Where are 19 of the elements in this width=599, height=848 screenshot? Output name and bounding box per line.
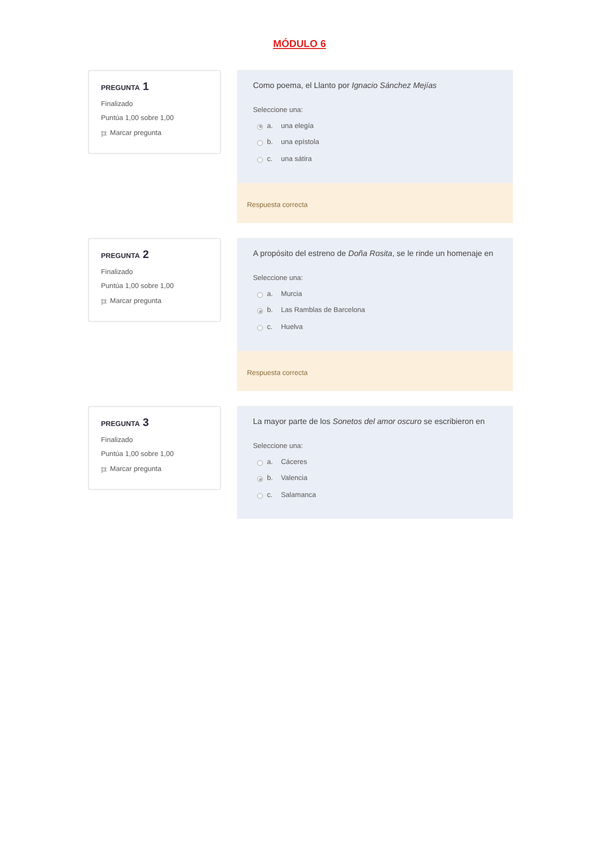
radio-button[interactable] xyxy=(257,492,263,499)
radio-button[interactable] xyxy=(257,124,263,130)
radio-button[interactable] xyxy=(257,140,263,146)
radio-button[interactable] xyxy=(257,308,263,314)
radio-button[interactable] xyxy=(257,292,263,298)
page-title: MÓDULO 6 xyxy=(273,37,326,52)
radio-button[interactable] xyxy=(257,156,263,163)
question-number: 1 xyxy=(142,80,149,95)
flag-icon[interactable] xyxy=(101,298,107,305)
radio-button[interactable] xyxy=(257,476,263,482)
question-text: Como poema, el Llanto por Ignacio Sánchez Mejías xyxy=(253,80,438,92)
question-text: La mayor parte de los Sonetos del amor oscuro se escribieron en xyxy=(253,416,486,428)
radio-button[interactable] xyxy=(257,460,263,466)
flag-icon[interactable] xyxy=(101,130,107,137)
question-number: 3 xyxy=(142,416,149,431)
flag-icon[interactable] xyxy=(101,466,107,473)
radio-button[interactable] xyxy=(257,324,263,331)
question-number: 2 xyxy=(142,248,149,263)
question-text: A propósito del estreno de Doña Rosita, se le rinde un homenaje en xyxy=(253,248,494,260)
